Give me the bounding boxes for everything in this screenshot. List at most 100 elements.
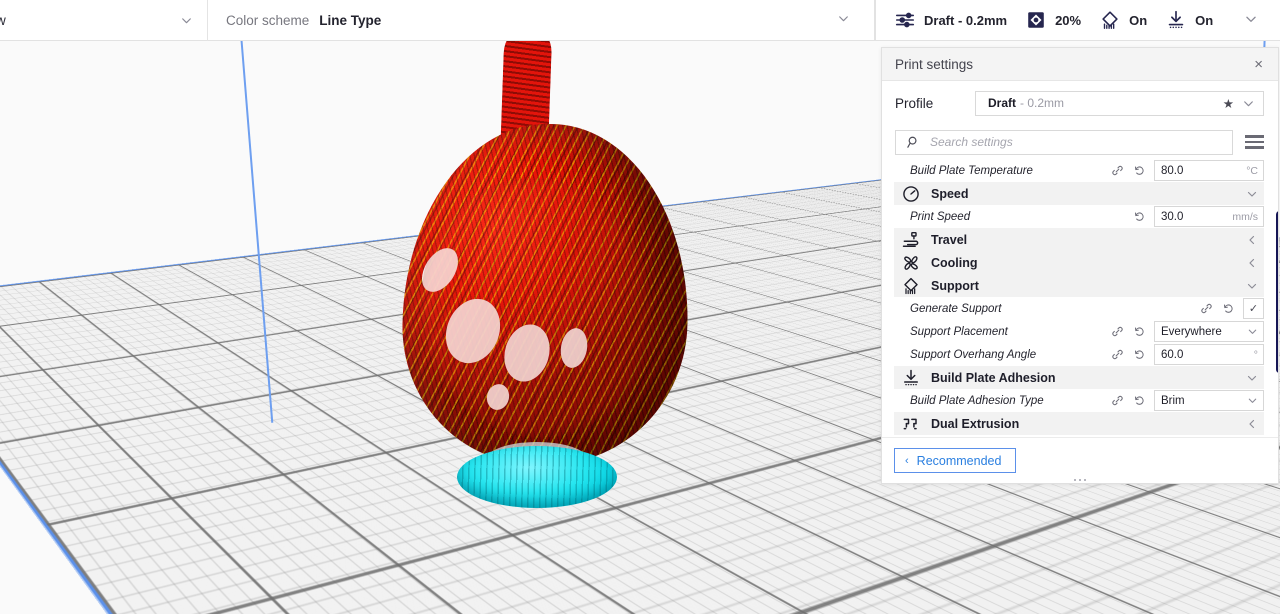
setting-label: Support Overhang Angle xyxy=(910,348,1037,361)
setting-label: Build Plate Temperature xyxy=(910,164,1033,177)
link-icon[interactable] xyxy=(1195,302,1217,315)
setting-controls: ✓ xyxy=(1195,298,1264,319)
color-scheme-select[interactable]: Color scheme Line Type xyxy=(208,12,874,28)
setting-controls: Brim xyxy=(1106,390,1264,411)
quick-settings-card: Draft - 0.2mm 20% On On xyxy=(875,0,1280,41)
print-settings-panel: Print settings × Profile Draft - 0.2mm ★ xyxy=(881,47,1279,484)
profile-select[interactable]: Draft - 0.2mm ★ xyxy=(975,90,1264,116)
chevron-left-icon xyxy=(1246,418,1264,430)
setting-row[interactable]: Support Overhang Angle 60.0 ° xyxy=(894,343,1264,366)
setting-row[interactable]: Generate Support ✓ xyxy=(894,297,1264,320)
setting-value: 80.0 xyxy=(1161,164,1184,177)
reset-icon[interactable] xyxy=(1128,164,1150,177)
settings-list[interactable]: Build Plate Temperature 80.0 °C Speed Pr… xyxy=(882,159,1278,437)
setting-dropdown[interactable]: Brim xyxy=(1154,390,1264,411)
setting-row[interactable]: Build Plate Adhesion Type Brim xyxy=(894,389,1264,412)
setting-value: 30.0 xyxy=(1161,210,1184,223)
setting-row[interactable]: Build Plate Temperature 80.0 °C xyxy=(894,159,1264,182)
view-mode-select[interactable]: w xyxy=(0,0,208,41)
setting-checkbox[interactable]: ✓ xyxy=(1243,298,1264,319)
setting-controls: Everywhere xyxy=(1106,321,1264,342)
chevron-down-icon xyxy=(837,12,850,28)
setting-value: Everywhere xyxy=(1161,325,1222,338)
profile-row: Profile Draft - 0.2mm ★ xyxy=(882,81,1278,125)
quick-profile-button[interactable]: Draft - 0.2mm xyxy=(890,0,1021,41)
category-build-plate-adhesion[interactable]: Build Plate Adhesion xyxy=(894,366,1264,389)
category-cooling[interactable]: Cooling xyxy=(894,251,1264,274)
setting-row[interactable]: Print Speed 30.0 mm/s xyxy=(894,205,1264,228)
chevron-down-icon[interactable] xyxy=(1242,97,1257,110)
category-travel[interactable]: Travel xyxy=(894,228,1264,251)
category-dual-extrusion[interactable]: Dual Extrusion xyxy=(894,412,1264,435)
quick-support-button[interactable]: On xyxy=(1095,0,1161,41)
setting-label: Support Placement xyxy=(910,325,1008,338)
category-speed[interactable]: Speed xyxy=(894,182,1264,205)
chevron-down-icon xyxy=(1247,326,1258,337)
profile-sub: - 0.2mm xyxy=(1020,96,1065,110)
quick-support-label: On xyxy=(1129,12,1148,28)
link-icon[interactable] xyxy=(1106,394,1128,407)
speed-icon xyxy=(901,184,921,204)
sliders-icon xyxy=(894,9,916,31)
link-icon[interactable] xyxy=(1106,325,1128,338)
settings-scrollbar[interactable] xyxy=(1275,159,1278,437)
recommended-label: Recommended xyxy=(916,453,1002,468)
chevron-left-icon xyxy=(1246,257,1264,269)
setting-label: Build Plate Adhesion Type xyxy=(910,394,1044,407)
search-input[interactable] xyxy=(930,135,1224,149)
category-label: Support xyxy=(931,278,979,293)
link-icon[interactable] xyxy=(1106,164,1128,177)
reset-icon[interactable] xyxy=(1128,394,1150,407)
setting-value: Brim xyxy=(1161,394,1185,407)
search-row xyxy=(882,125,1278,159)
scrollbar-thumb[interactable] xyxy=(1276,211,1278,373)
setting-label: Print Speed xyxy=(910,210,971,223)
color-scheme-label: Color scheme xyxy=(226,12,310,28)
category-label: Cooling xyxy=(931,255,978,270)
setting-value-field[interactable]: 80.0 °C xyxy=(1154,160,1264,181)
reset-icon[interactable] xyxy=(1128,210,1150,223)
setting-value-field[interactable]: 60.0 ° xyxy=(1154,344,1264,365)
support-icon xyxy=(1099,9,1121,31)
travel-icon xyxy=(901,230,921,250)
reset-icon[interactable] xyxy=(1128,325,1150,338)
category-support[interactable]: Support xyxy=(894,274,1264,297)
sliced-model[interactable] xyxy=(395,28,695,508)
chevron-down-icon xyxy=(1246,372,1264,384)
setting-controls: 60.0 ° xyxy=(1106,344,1264,365)
setting-dropdown[interactable]: Everywhere xyxy=(1154,321,1264,342)
chevron-down-icon xyxy=(1246,188,1264,200)
setting-value: 60.0 xyxy=(1161,348,1184,361)
setting-row[interactable]: Support Placement Everywhere xyxy=(894,320,1264,343)
panel-resize-grip[interactable] xyxy=(1074,479,1086,481)
setting-unit: °C xyxy=(1246,164,1258,177)
recommended-button[interactable]: ‹ Recommended xyxy=(894,448,1017,473)
category-label: Build Plate Adhesion xyxy=(931,370,1056,385)
cooling-icon xyxy=(901,253,921,273)
profile-label: Profile xyxy=(895,95,934,111)
search-box[interactable] xyxy=(895,129,1233,155)
link-icon[interactable] xyxy=(1106,348,1128,361)
reset-icon[interactable] xyxy=(1217,302,1239,315)
close-icon[interactable]: × xyxy=(1249,54,1268,75)
color-scheme-value: Line Type xyxy=(319,12,382,28)
quick-infill-button[interactable]: 20% xyxy=(1021,0,1095,41)
chevron-down-icon[interactable] xyxy=(1244,12,1258,29)
setting-unit: ° xyxy=(1253,348,1258,361)
chevron-left-icon: ‹ xyxy=(905,454,909,467)
top-toolbar: w Color scheme Line Type Draft - 0.2mm 2… xyxy=(0,0,1280,41)
category-label: Speed xyxy=(931,186,969,201)
infill-icon xyxy=(1025,9,1047,31)
quick-infill-label: 20% xyxy=(1055,12,1082,28)
panel-title: Print settings xyxy=(895,56,974,72)
setting-controls: 30.0 mm/s xyxy=(1106,206,1264,227)
quick-adhesion-button[interactable]: On xyxy=(1161,0,1227,41)
category-label: Travel xyxy=(931,232,968,247)
hamburger-icon[interactable] xyxy=(1243,133,1266,150)
reset-icon[interactable] xyxy=(1128,348,1150,361)
star-icon[interactable]: ★ xyxy=(1215,96,1242,111)
quick-profile-label: Draft - 0.2mm xyxy=(924,12,1008,28)
chevron-down-icon xyxy=(180,14,193,27)
setting-value-field[interactable]: 30.0 mm/s xyxy=(1154,206,1264,227)
setting-label: Generate Support xyxy=(910,302,1002,315)
